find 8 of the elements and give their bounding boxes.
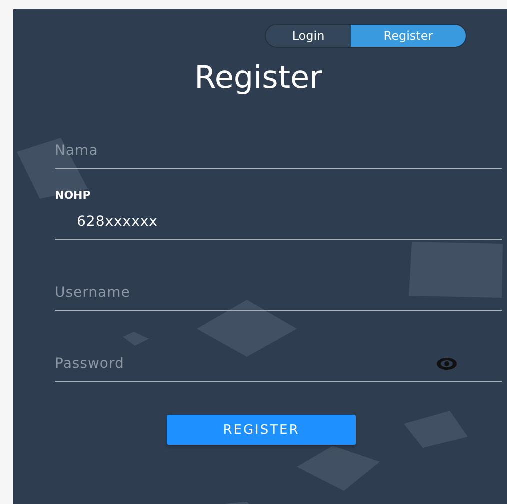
- password-field[interactable]: Password: [55, 346, 436, 381]
- field-label: NOHP: [55, 188, 91, 204]
- eye-icon[interactable]: [436, 356, 458, 370]
- text-field[interactable]: Username: [55, 275, 502, 310]
- tab[interactable]: Login: [266, 25, 351, 47]
- text-field[interactable]: 628xxxxxx: [55, 204, 502, 239]
- page-title: Register: [194, 59, 324, 98]
- text-field[interactable]: Nama: [55, 133, 502, 168]
